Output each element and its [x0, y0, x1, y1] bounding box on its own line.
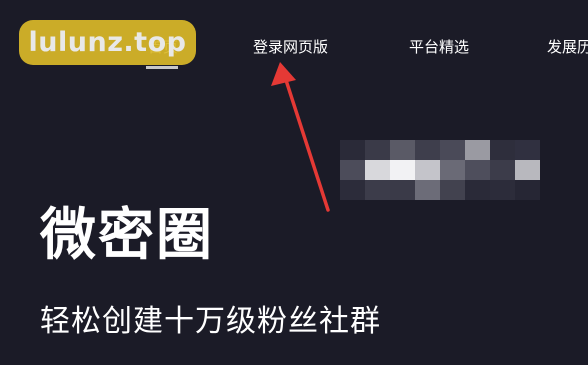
nav-item-history[interactable]: 发展历	[547, 36, 588, 57]
hero-title: 微密圈	[40, 203, 214, 268]
nav-item-platform-picks[interactable]: 平台精选	[409, 36, 469, 57]
hero-subtitle: 轻松创建十万级粉丝社群	[40, 304, 381, 339]
watermark-logo: lulunz.top	[19, 20, 196, 65]
nav-active-underline	[146, 66, 178, 69]
nav-item-login-web[interactable]: 登录网页版	[253, 36, 328, 57]
pixelated-image	[340, 140, 540, 200]
watermark-text: lulunz.top	[28, 27, 187, 58]
